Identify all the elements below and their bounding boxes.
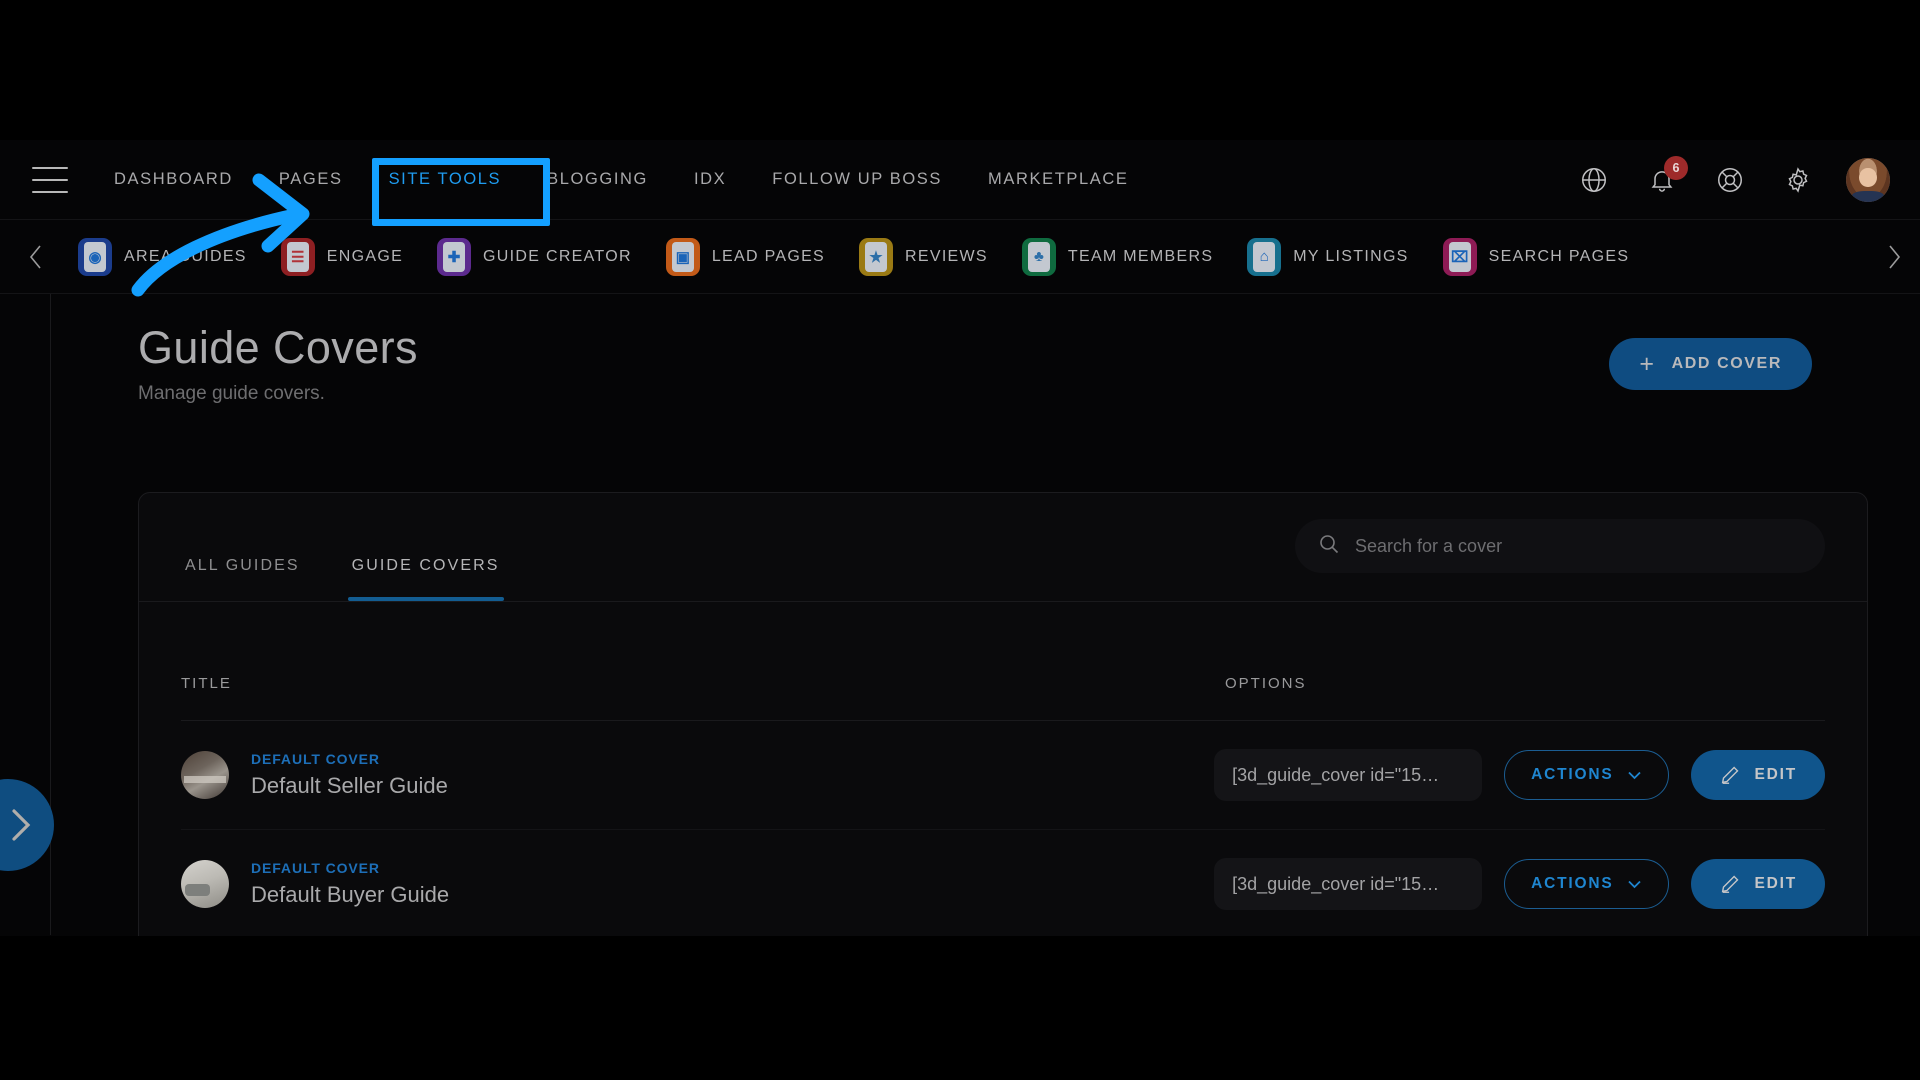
row-title: Default Seller Guide xyxy=(251,773,448,798)
tool-label: LEAD PAGES xyxy=(711,247,826,265)
row-kicker-badge: DEFAULT COVER xyxy=(251,860,380,876)
add-cover-label: ADD COVER xyxy=(1671,355,1782,372)
hamburger-menu-icon[interactable] xyxy=(32,166,68,193)
sidebar-expand-toggle[interactable] xyxy=(0,779,54,871)
pencil-icon xyxy=(1722,766,1739,784)
tool-label: MY LISTINGS xyxy=(1293,247,1409,265)
table-row[interactable]: DEFAULT COVER Default Seller Guide [3d_g… xyxy=(139,721,1867,829)
search-icon xyxy=(1317,532,1341,561)
card-divider xyxy=(139,601,1867,602)
row-title-cell: DEFAULT COVER Default Seller Guide xyxy=(181,751,1185,799)
top-nav-actions: 6 xyxy=(1574,140,1890,220)
site-tools-subnav: ◉ AREA GUIDES ☰ ENGAGE ✚ GUIDE CREATOR ▣… xyxy=(0,220,1920,294)
add-cover-button[interactable]: + ADD COVER xyxy=(1609,338,1812,390)
primary-menu: DASHBOARD PAGES SITE TOOLS BLOGGING IDX … xyxy=(114,160,1174,199)
page-content: Guide Covers Manage guide covers. + ADD … xyxy=(0,294,1920,936)
cover-thumbnail xyxy=(181,860,229,908)
nav-item-follow-up-boss[interactable]: FOLLOW UP BOSS xyxy=(772,160,942,199)
guide-creator-icon: ✚ xyxy=(437,237,472,276)
column-header-options: OPTIONS xyxy=(1225,674,1307,692)
my-listings-icon: ⌂ xyxy=(1247,237,1282,276)
pencil-icon xyxy=(1722,875,1739,893)
subnav-prev-arrow-icon[interactable] xyxy=(16,241,56,273)
nav-item-marketplace[interactable]: MARKETPLACE xyxy=(988,160,1128,199)
tool-label: TEAM MEMBERS xyxy=(1067,247,1214,265)
edit-label: EDIT xyxy=(1754,766,1797,783)
help-lifebuoy-icon[interactable] xyxy=(1710,160,1750,200)
tool-label: REVIEWS xyxy=(905,247,988,265)
search-pages-icon: ⌧ xyxy=(1442,237,1477,276)
page-header: Guide Covers Manage guide covers. + ADD … xyxy=(0,294,1920,405)
reviews-icon: ★ xyxy=(859,237,894,276)
tool-lead-pages[interactable]: ▣ LEAD PAGES xyxy=(665,237,826,276)
table-header-row: TITLE OPTIONS xyxy=(139,646,1867,720)
row-kicker-badge: DEFAULT COVER xyxy=(251,751,380,767)
shortcode-value: [3d_guide_cover id="15… xyxy=(1232,764,1440,785)
edit-label: EDIT xyxy=(1754,875,1797,892)
row-title: Default Buyer Guide xyxy=(251,882,450,907)
tool-label: SEARCH PAGES xyxy=(1488,247,1630,265)
tool-search-pages[interactable]: ⌧ SEARCH PAGES xyxy=(1442,237,1630,276)
tab-all-guides[interactable]: ALL GUIDES xyxy=(181,557,304,601)
chevron-right-icon xyxy=(12,809,31,841)
screenshot-stage: DASHBOARD PAGES SITE TOOLS BLOGGING IDX … xyxy=(0,0,1920,1080)
nav-item-blogging[interactable]: BLOGGING xyxy=(547,160,648,199)
shortcode-value: [3d_guide_cover id="15… xyxy=(1232,873,1440,894)
actions-label: ACTIONS xyxy=(1531,875,1614,892)
search-input[interactable] xyxy=(1355,535,1803,557)
nav-item-idx[interactable]: IDX xyxy=(694,160,726,199)
notification-bell-icon[interactable]: 6 xyxy=(1642,156,1688,200)
tool-team-members[interactable]: ♣ TEAM MEMBERS xyxy=(1021,237,1214,276)
tool-my-listings[interactable]: ⌂ MY LISTINGS xyxy=(1247,237,1409,276)
tool-list: ◉ AREA GUIDES ☰ ENGAGE ✚ GUIDE CREATOR ▣… xyxy=(78,237,1663,276)
row-options-cell: [3d_guide_cover id="15… ACTIONS EDIT xyxy=(1185,749,1825,801)
row-options-cell: [3d_guide_cover id="15… ACTIONS EDIT xyxy=(1185,858,1825,910)
actions-button[interactable]: ACTIONS xyxy=(1504,859,1670,909)
app-viewport: DASHBOARD PAGES SITE TOOLS BLOGGING IDX … xyxy=(0,140,1920,936)
top-navigation-bar: DASHBOARD PAGES SITE TOOLS BLOGGING IDX … xyxy=(0,140,1920,220)
tool-reviews[interactable]: ★ REVIEWS xyxy=(859,237,988,276)
shortcode-field[interactable]: [3d_guide_cover id="15… xyxy=(1214,858,1483,910)
user-avatar[interactable] xyxy=(1846,158,1890,202)
tool-guide-creator[interactable]: ✚ GUIDE CREATOR xyxy=(437,237,632,276)
cover-thumbnail xyxy=(181,751,229,799)
edit-button[interactable]: EDIT xyxy=(1691,750,1825,800)
tab-bar: ALL GUIDES GUIDE COVERS xyxy=(181,493,548,601)
tool-label: AREA GUIDES xyxy=(124,247,247,265)
shortcode-field[interactable]: [3d_guide_cover id="15… xyxy=(1214,749,1483,801)
subnav-next-arrow-icon[interactable] xyxy=(1874,241,1914,273)
nav-item-dashboard[interactable]: DASHBOARD xyxy=(114,160,233,199)
guide-covers-card: ALL GUIDES GUIDE COVERS TITLE xyxy=(138,492,1868,936)
tool-area-guides[interactable]: ◉ AREA GUIDES xyxy=(78,237,247,276)
card-toolbar: ALL GUIDES GUIDE COVERS xyxy=(139,493,1867,601)
nav-item-site-tools[interactable]: SITE TOOLS xyxy=(389,160,502,199)
chevron-down-icon xyxy=(1628,880,1642,889)
globe-icon[interactable] xyxy=(1574,160,1614,200)
notification-count-badge: 6 xyxy=(1664,156,1688,180)
chevron-down-icon xyxy=(1628,771,1642,780)
search-box[interactable] xyxy=(1295,519,1825,573)
tool-engage[interactable]: ☰ ENGAGE xyxy=(280,237,404,276)
nav-item-pages[interactable]: PAGES xyxy=(279,160,343,199)
tab-guide-covers[interactable]: GUIDE COVERS xyxy=(347,557,504,601)
lead-pages-icon: ▣ xyxy=(665,237,700,276)
settings-gear-icon[interactable] xyxy=(1778,160,1818,200)
team-members-icon: ♣ xyxy=(1021,237,1056,276)
table-row[interactable]: DEFAULT COVER Default Buyer Guide [3d_gu… xyxy=(139,830,1867,936)
tool-label: ENGAGE xyxy=(326,247,404,265)
area-guides-icon: ◉ xyxy=(78,237,112,276)
actions-label: ACTIONS xyxy=(1531,766,1614,783)
engage-icon: ☰ xyxy=(280,237,315,276)
edit-button[interactable]: EDIT xyxy=(1691,859,1825,909)
plus-icon: + xyxy=(1639,349,1656,378)
actions-button[interactable]: ACTIONS xyxy=(1504,750,1670,800)
column-header-title: TITLE xyxy=(181,674,232,692)
row-title-cell: DEFAULT COVER Default Buyer Guide xyxy=(181,860,1185,908)
tool-label: GUIDE CREATOR xyxy=(483,247,632,265)
